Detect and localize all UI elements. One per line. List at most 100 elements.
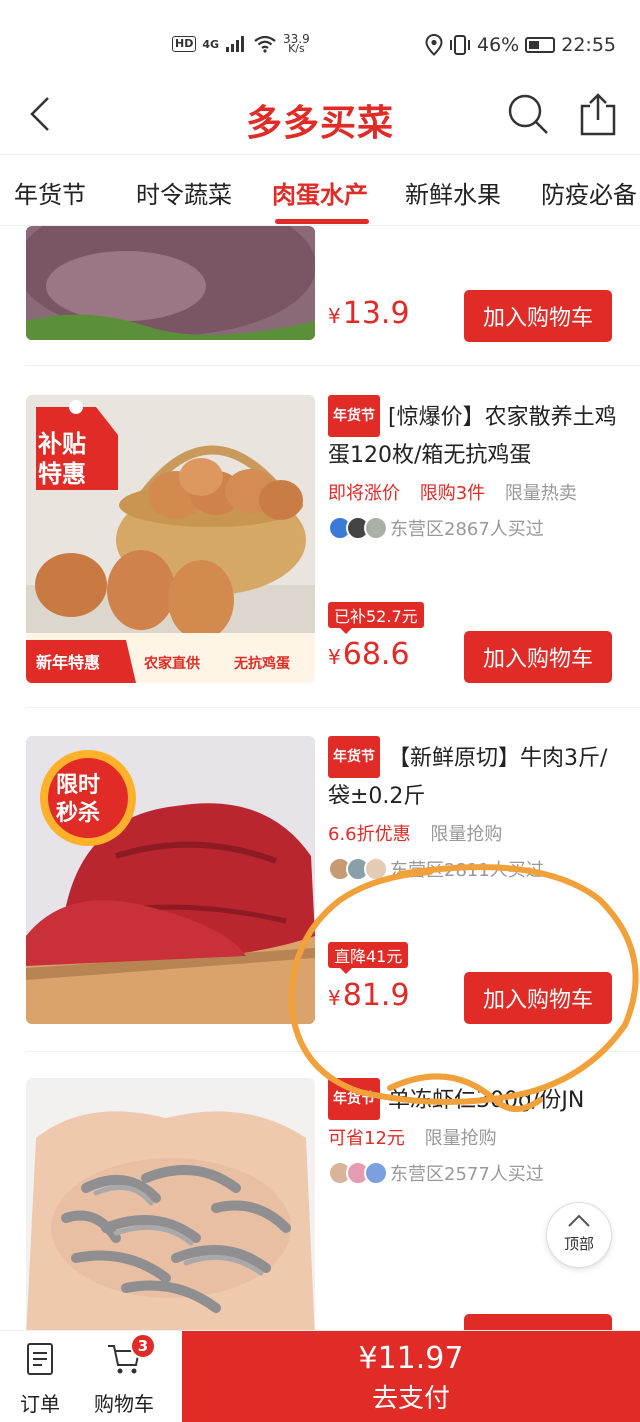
cart-button[interactable]: 3 购物车 [94,1333,156,1417]
price-value: 81.9 [342,978,410,1013]
back-to-top-label: 顶部 [563,1235,594,1253]
checkout-button[interactable]: ¥11.97 去支付 [182,1331,640,1422]
divider [26,707,640,708]
event-tag: 年货节 [328,1078,380,1120]
price-value: 68.6 [342,637,410,672]
product-info: ¥13.9 加入购物车 [328,226,620,346]
signal-icon [226,36,245,52]
product-item: ¥13.9 加入购物车 [0,226,640,366]
tab-fresh-fruit[interactable]: 新鲜水果 [405,175,501,210]
network-speed: 33.9 K/s [283,33,310,54]
status-right: 46% 22:55 [425,34,616,56]
promo-label: 限量热卖 [504,483,577,504]
tab-nianhuojie[interactable]: 年货节 [14,175,86,210]
badge-line-2: 秒杀 [56,801,101,826]
event-tag: 年货节 [328,736,380,778]
product-price: ¥81.9 [328,978,410,1013]
image-badge: 限时 秒杀 [56,772,100,828]
product-title-text: 单冻虾仁300g/份JN [388,1088,585,1113]
buyer-avatars [328,516,388,540]
back-to-top-button[interactable]: 顶部 [546,1202,612,1268]
price-symbol: ¥ [328,986,341,1010]
promo-label: 可省12元 [328,1128,405,1149]
promo-label: 限量抢购 [430,824,503,845]
badge-line-2: 特惠 [38,460,86,488]
promo-row: 即将涨价 限购3件 限量热卖 [328,479,620,505]
buyer-count: 东营区2577人买过 [390,1164,544,1185]
product-image[interactable] [26,1078,315,1330]
promo-label: 6.6折优惠 [328,824,411,845]
cart-count-badge: 3 [130,1333,156,1359]
product-title[interactable]: 年货节 单冻虾仁300g/份JN [328,1078,620,1120]
price-value: 13.9 [342,296,410,331]
wifi-icon [254,35,276,53]
divider [26,1051,640,1052]
tab-epidemic-essentials[interactable]: 防疫必备 [541,175,637,210]
network-indicator: 4G [202,37,220,51]
status-left: HD 4G 33.9 K/s [172,33,310,54]
share-icon[interactable] [578,92,618,136]
tab-seasonal-vegetables[interactable]: 时令蔬菜 [136,175,232,210]
image-badge: 补贴 特惠 [38,429,86,489]
product-image[interactable]: 限时 秒杀 [26,736,315,1024]
orders-button[interactable]: 订单 [20,1341,60,1417]
tab-meat-eggs-seafood[interactable]: 肉蛋水产 [272,175,368,210]
buyer-avatars [328,857,388,881]
price-symbol: ¥ [328,645,341,669]
price-symbol: ¥ [328,304,341,328]
avatar [364,857,388,881]
buyer-count: 东营区2867人买过 [390,519,544,540]
product-image[interactable] [26,226,315,340]
buyer-avatars [328,1161,388,1185]
orders-icon [27,1343,53,1375]
image-banner-left: 新年特惠 [36,653,101,672]
promo-label: 限量抢购 [424,1128,497,1149]
hd-indicator: HD [172,36,197,52]
avatar [364,1161,388,1185]
product-item: 年货节 单冻虾仁300g/份JN 可省12元 限量抢购 东营区2577人买过 [0,1078,640,1330]
checkout-label: 去支付 [371,1384,450,1414]
subsidy-badge: 已补52.7元 [328,602,424,634]
orders-label: 订单 [20,1392,60,1416]
product-info: 年货节 【新鲜原切】牛肉3斤/袋±0.2斤 6.6折优惠 限量抢购 东营区2811… [328,736,620,1024]
buyer-count: 东营区2811人买过 [390,860,544,881]
search-icon[interactable] [506,92,550,136]
image-banner-right: 无抗鸡蛋 [234,656,290,672]
add-to-cart-button[interactable]: 加入购物车 [464,631,612,683]
add-to-cart-button[interactable]: 加入购物车 [464,972,612,1024]
buyers-row: 东营区2867人买过 [328,515,620,541]
add-to-cart-button[interactable]: 加入购物车 [464,290,612,342]
bottom-bar: 订单 3 购物车 ¥11.97 去支付 [0,1330,640,1422]
category-tabs: 年货节 时令蔬菜 肉蛋水产 新鲜水果 防疫必备 [0,154,640,226]
location-icon [425,34,443,56]
buyers-row: 东营区2577人买过 [328,1160,620,1186]
product-title[interactable]: 年货节 [惊爆价】农家散养土鸡蛋120枚/箱无抗鸡蛋 [328,395,620,475]
app-header: 多多买菜 [0,80,640,154]
add-to-cart-button[interactable] [464,1314,612,1330]
product-info: 年货节 [惊爆价】农家散养土鸡蛋120枚/箱无抗鸡蛋 即将涨价 限购3件 限量热卖… [328,395,620,683]
cart-label: 购物车 [94,1392,154,1416]
product-title[interactable]: 年货节 【新鲜原切】牛肉3斤/袋±0.2斤 [328,736,620,816]
clock: 22:55 [561,34,616,56]
event-tag: 年货节 [328,395,380,437]
promo-row: 6.6折优惠 限量抢购 [328,820,620,846]
badge-line-1: 限时 [56,773,101,798]
discount-badge: 直降41元 [328,942,409,974]
product-price: ¥68.6 [328,637,410,672]
battery-percent: 46% [477,34,520,56]
product-image[interactable]: 补贴 特惠 新年特惠 农家直供 无抗鸡蛋 [26,395,315,683]
avatar [364,516,388,540]
buyers-row: 东营区2811人买过 [328,856,620,882]
promo-row: 可省12元 限量抢购 [328,1124,620,1150]
product-item: 限时 秒杀 年货节 【新鲜原切】牛肉3斤/袋±0.2斤 6.6折优惠 限量抢购 东… [0,736,640,1052]
battery-icon [525,37,556,53]
total-amount: ¥11.97 [358,1341,464,1376]
product-price: ¥13.9 [328,296,410,331]
active-tab-underline [275,219,369,224]
image-banner-mid: 农家直供 [144,656,200,672]
chevron-up-icon [568,1214,590,1227]
promo-label: 限购3件 [419,483,486,504]
product-list: ¥13.9 加入购物车 补贴 特惠 新年特惠 农家直供 无抗鸡蛋 年货节 [惊爆… [0,226,640,1330]
battery-level-fill [529,41,540,49]
promo-label: 即将涨价 [328,483,400,504]
